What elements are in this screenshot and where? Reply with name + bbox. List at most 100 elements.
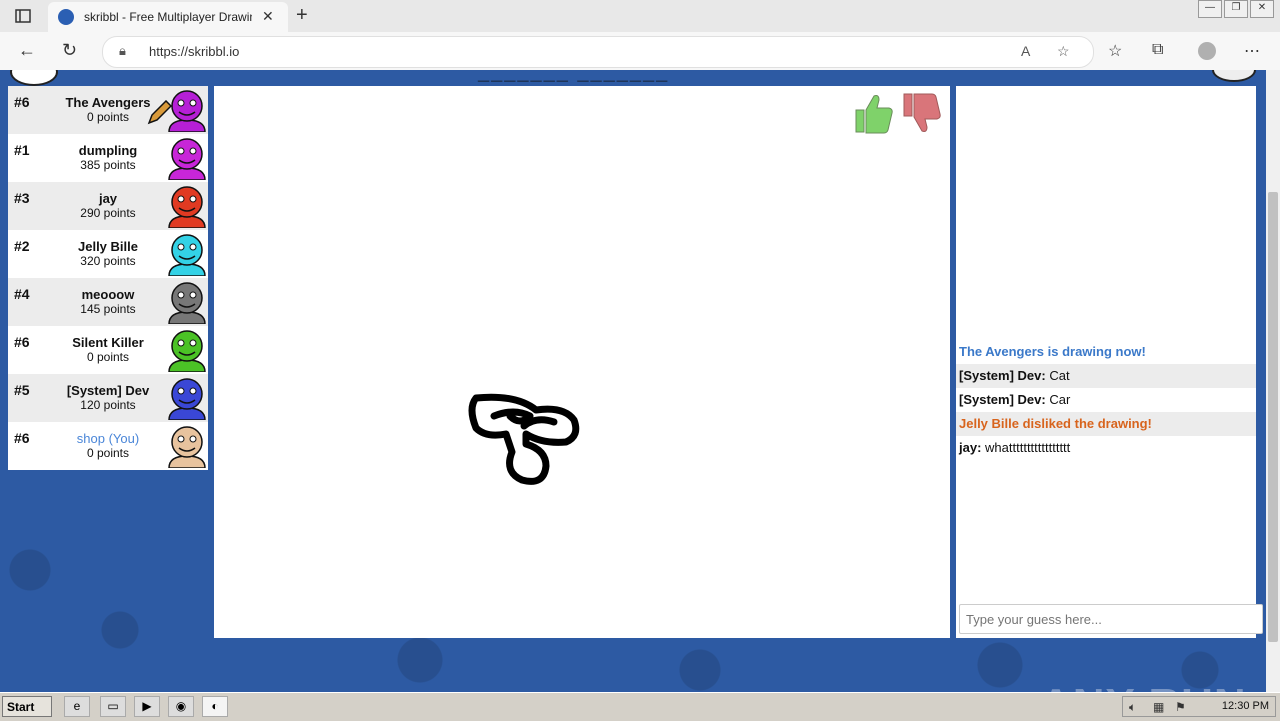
flag-icon[interactable]: ⚑ [1175, 700, 1186, 714]
tab-close-icon[interactable]: ✕ [262, 8, 274, 25]
close-window-button[interactable]: ✕ [1250, 0, 1274, 18]
player-avatar-icon [168, 186, 206, 228]
player-name: dumpling [78, 143, 138, 158]
player-row[interactable]: #6 shop (You) 0 points [8, 422, 208, 470]
collections-icon[interactable]: ⧉ [1152, 41, 1163, 59]
refresh-icon[interactable]: ↻ [62, 40, 77, 61]
scrollbar-thumb[interactable] [1268, 192, 1278, 642]
player-row[interactable]: #4 meooow 145 points [8, 278, 208, 326]
network-icon[interactable]: ▦ [1153, 700, 1164, 714]
system-tray: 🔈︎ ▦ ⚑ 12:30 PM [1122, 696, 1276, 717]
browser-toolbar: ← ↻ 🔒︎ https://skribbl.io A ☆ ☆ ⧉ ⋯ [0, 32, 1280, 71]
player-avatar-icon [168, 234, 206, 276]
favorites-icon[interactable]: ☆ [1108, 41, 1122, 61]
add-favorite-icon[interactable]: ☆ [1057, 43, 1070, 60]
player-name: jay [98, 191, 118, 206]
player-row[interactable]: #5 [System] Dev 120 points [8, 374, 208, 422]
chat-message: [System] Dev: Cat [956, 364, 1256, 388]
player-info: dumpling 385 points [50, 143, 166, 172]
minimize-button[interactable]: — [1198, 0, 1222, 18]
chat-author: jay: [959, 440, 982, 455]
player-rank: #3 [14, 190, 30, 206]
profile-avatar-icon[interactable] [1198, 42, 1216, 60]
chat-messages: The Avengers is drawing now! [System] Dev… [956, 340, 1256, 460]
player-score: 320 points [80, 254, 136, 268]
tab-actions-icon[interactable] [14, 7, 32, 25]
chat-panel: The Avengers is drawing now! [System] Dev… [956, 86, 1263, 638]
new-tab-button[interactable]: + [296, 4, 308, 27]
edge-icon[interactable]: ◐ [202, 696, 228, 717]
address-bar[interactable]: 🔒︎ https://skribbl.io A ☆ [102, 36, 1094, 68]
chat-text: Car [1049, 392, 1071, 407]
tab-title: skribbl - Free Multiplayer Drawing [84, 10, 252, 24]
chat-message: [System] Dev: Car [956, 388, 1256, 412]
player-drawing [468, 393, 580, 485]
start-button[interactable]: Start [2, 696, 52, 717]
player-list: #6 The Avengers 0 points #1 dumpling 385 poin… [8, 86, 208, 470]
player-score: 120 points [80, 398, 136, 412]
player-rank: #5 [14, 382, 30, 398]
windows-taskbar: Start e ▭ ▶ ◉ ◐ 🔈︎ ▦ ⚑ 12:30 PM [0, 692, 1280, 721]
player-avatar-icon [168, 426, 206, 468]
url-text[interactable]: https://skribbl.io [149, 44, 239, 59]
maximize-button[interactable]: ❐ [1224, 0, 1248, 18]
player-avatar-icon [168, 378, 206, 420]
player-score: 290 points [80, 206, 136, 220]
game-page: _______ _______ #6 The Avengers 0 points #1… [0, 70, 1266, 692]
chat-message: The Avengers is drawing now! [959, 344, 1146, 359]
player-score: 145 points [80, 302, 136, 316]
player-score: 385 points [80, 158, 136, 172]
player-name: shop (You) [76, 431, 140, 446]
player-row[interactable]: #2 Jelly Bille 320 points [8, 230, 208, 278]
player-rank: #2 [14, 238, 30, 254]
player-rank: #6 [14, 334, 30, 350]
player-info: [System] Dev 120 points [50, 383, 166, 412]
player-rank: #6 [14, 94, 30, 110]
player-info: shop (You) 0 points [50, 431, 166, 460]
player-info: Jelly Bille 320 points [50, 239, 166, 268]
guess-input[interactable] [959, 604, 1263, 634]
player-info: jay 290 points [50, 191, 166, 220]
chat-author: [System] Dev: [959, 392, 1046, 407]
player-row[interactable]: #6 The Avengers 0 points [8, 86, 208, 134]
pencil-icon [147, 100, 172, 125]
media-player-icon[interactable]: ▶ [134, 696, 160, 717]
thumbs-down-icon[interactable] [898, 90, 944, 136]
player-row[interactable]: #6 Silent Killer 0 points [8, 326, 208, 374]
player-row[interactable]: #1 dumpling 385 points [8, 134, 208, 182]
thumbs-up-icon[interactable] [850, 90, 896, 136]
player-rank: #6 [14, 430, 30, 446]
browser-tab[interactable]: skribbl - Free Multiplayer Drawing ✕ [48, 2, 288, 32]
lock-icon: 🔒︎ [119, 43, 126, 58]
player-info: meooow 145 points [50, 287, 166, 316]
chat-message: jay: whattttttttttttttttt [956, 436, 1256, 460]
player-avatar-icon [168, 138, 206, 180]
player-name: Silent Killer [72, 335, 144, 350]
player-avatar-icon [168, 330, 206, 372]
player-score: 0 points [86, 350, 130, 364]
browser-tabbar: skribbl - Free Multiplayer Drawing ✕ + —… [0, 0, 1280, 32]
more-menu-icon[interactable]: ⋯ [1244, 41, 1260, 61]
player-row[interactable]: #3 jay 290 points [8, 182, 208, 230]
player-rank: #1 [14, 142, 30, 158]
player-name: [System] Dev [66, 383, 150, 398]
chat-text: Cat [1049, 368, 1070, 383]
player-avatar-icon [168, 282, 206, 324]
word-hint: _______ _______ [478, 70, 670, 84]
player-name: Jelly Bille [78, 239, 138, 254]
drawing-canvas[interactable] [214, 86, 950, 638]
chat-author: [System] Dev: [959, 368, 1046, 383]
page-scrollbar[interactable] [1266, 70, 1280, 692]
chrome-icon[interactable]: ◉ [168, 696, 194, 717]
window-controls: — ❐ ✕ [1198, 0, 1274, 18]
chat-text: whattttttttttttttttt [985, 440, 1071, 455]
read-aloud-icon[interactable]: A [1021, 43, 1030, 59]
ie-icon[interactable]: e [64, 696, 90, 717]
player-score: 0 points [86, 446, 130, 460]
volume-icon[interactable]: 🔈︎ [1129, 700, 1136, 715]
chat-message: Jelly Bille disliked the drawing! [956, 412, 1256, 436]
back-arrow-icon[interactable]: ← [18, 40, 36, 61]
skribbl-favicon-icon [58, 9, 74, 25]
player-info: Silent Killer 0 points [50, 335, 166, 364]
explorer-icon[interactable]: ▭ [100, 696, 126, 717]
